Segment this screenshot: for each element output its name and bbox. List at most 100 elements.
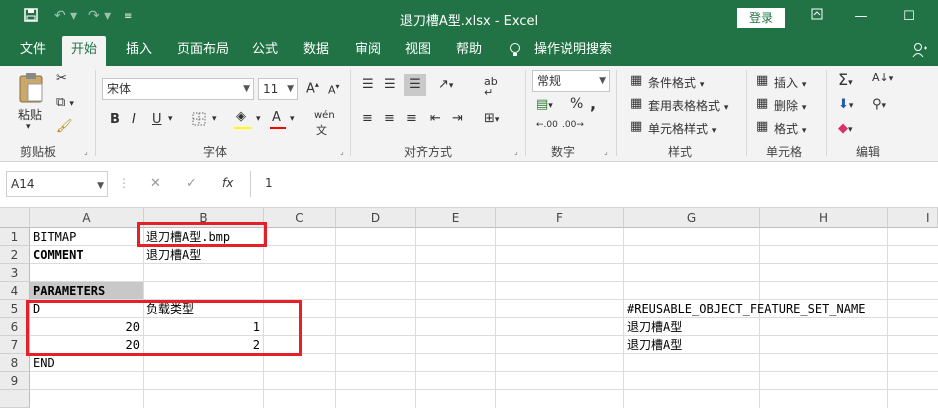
fill-color-icon[interactable]: ◈ (236, 110, 246, 123)
italic-button[interactable]: I (132, 112, 136, 127)
column-header-g[interactable]: G (624, 208, 760, 228)
minimize-icon[interactable]: — (846, 6, 876, 28)
align-left-icon[interactable]: ≡ (362, 112, 373, 125)
tab-view[interactable]: 视图 (405, 36, 431, 66)
underline-button[interactable]: U (152, 112, 162, 127)
phonetic-button[interactable]: wén (314, 110, 335, 121)
merge-center-icon[interactable]: ⊞▾ (484, 112, 499, 125)
cell-a8[interactable]: END (33, 354, 55, 372)
cell-a1[interactable]: BITMAP (33, 228, 76, 246)
share-icon[interactable] (912, 36, 928, 66)
shrink-font-button[interactable]: A▾ (328, 82, 340, 97)
cell-a4[interactable]: PARAMETERS (33, 282, 105, 300)
paste-icon[interactable] (18, 72, 44, 107)
borders-dropdown-icon[interactable]: ▾ (212, 114, 217, 124)
format-as-table-icon[interactable]: ▦ (630, 97, 642, 110)
fill-icon[interactable]: ⬇▾ (838, 98, 853, 111)
align-top-icon[interactable]: ☰ (362, 78, 374, 91)
delete-cells-button[interactable]: 删除 ▾ (774, 97, 806, 114)
format-as-table-button[interactable]: 套用表格格式 ▾ (648, 97, 728, 114)
align-right-icon[interactable]: ≡ (406, 112, 417, 125)
worksheet-grid[interactable]: A B C D E F G H I 1 2 3 4 5 6 7 8 9 BITM… (0, 208, 938, 408)
column-header-a[interactable]: A (30, 208, 144, 228)
fill-color-dropdown-icon[interactable]: ▾ (256, 114, 261, 124)
decrease-indent-icon[interactable]: ⇤ (430, 112, 441, 125)
clear-icon[interactable]: ◆▾ (838, 122, 853, 135)
bold-button[interactable]: B (110, 112, 120, 127)
borders-icon[interactable] (192, 112, 206, 129)
paste-dropdown-icon[interactable]: ▾ (26, 122, 31, 132)
insert-cells-icon[interactable]: ▦ (756, 74, 768, 87)
autosum-icon[interactable]: Σ▾ (838, 72, 853, 88)
tell-me-search[interactable]: 操作说明搜索 (534, 36, 612, 66)
find-select-icon[interactable]: ⚲▾ (872, 98, 886, 111)
tab-insert[interactable]: 插入 (126, 36, 152, 66)
tab-page-layout[interactable]: 页面布局 (177, 36, 229, 66)
number-launcher-icon[interactable]: ⌟ (604, 147, 608, 156)
ribbon-display-icon[interactable] (802, 6, 832, 28)
cell-styles-icon[interactable]: ▦ (630, 120, 642, 133)
column-header-d[interactable]: D (336, 208, 416, 228)
row-header-10[interactable] (0, 390, 30, 408)
maximize-icon[interactable]: ☐ (894, 6, 924, 28)
row-header-4[interactable]: 4 (0, 282, 30, 300)
paste-button[interactable]: 粘贴 (18, 106, 42, 123)
cell-g7[interactable]: 退刀槽A型 (627, 336, 682, 354)
percent-button[interactable]: % (570, 96, 583, 112)
name-box[interactable]: A14 ▼ (6, 171, 108, 197)
format-cells-icon[interactable]: ▦ (756, 120, 768, 133)
tab-help[interactable]: 帮助 (456, 36, 482, 66)
cell-b2[interactable]: 退刀槽A型 (146, 246, 201, 264)
font-size-combo[interactable]: 11 ▼ (258, 78, 298, 100)
font-name-combo[interactable]: 宋体 ▼ (102, 78, 254, 100)
cell-g5[interactable]: #REUSABLE_OBJECT_FEATURE_SET_NAME (627, 300, 865, 318)
select-all-corner[interactable] (0, 208, 30, 228)
format-cells-button[interactable]: 格式 ▾ (774, 120, 806, 137)
comma-button[interactable]: , (590, 94, 596, 113)
orientation-icon[interactable]: ↗▾ (438, 78, 453, 91)
insert-function-button[interactable]: fx (222, 176, 233, 190)
font-color-dropdown-icon[interactable]: ▾ (290, 114, 295, 124)
tab-formulas[interactable]: 公式 (252, 36, 278, 66)
align-bottom-icon[interactable]: ☰ (404, 74, 426, 96)
grow-font-button[interactable]: A▴ (306, 80, 319, 96)
increase-decimal-button[interactable]: ←.00 (536, 120, 558, 130)
format-painter-icon[interactable]: 🖌 (56, 120, 73, 133)
tab-data[interactable]: 数据 (303, 36, 329, 66)
alignment-launcher-icon[interactable]: ⌟ (514, 147, 518, 156)
column-header-i[interactable]: I (888, 208, 938, 228)
currency-icon[interactable]: ▤▾ (536, 98, 553, 111)
tab-file[interactable]: 文件 (20, 36, 46, 66)
cell-a2[interactable]: COMMENT (33, 246, 84, 264)
row-header-3[interactable]: 3 (0, 264, 30, 282)
delete-cells-icon[interactable]: ▦ (756, 97, 768, 110)
underline-dropdown-icon[interactable]: ▾ (168, 114, 173, 124)
cell-g6[interactable]: 退刀槽A型 (627, 318, 682, 336)
font-color-button[interactable]: A (272, 110, 281, 125)
align-middle-icon[interactable]: ☰ (384, 78, 396, 91)
font-launcher-icon[interactable]: ⌟ (340, 147, 344, 156)
row-header-8[interactable]: 8 (0, 354, 30, 372)
row-header-2[interactable]: 2 (0, 246, 30, 264)
cut-icon[interactable]: ✂ (56, 72, 67, 85)
sort-filter-icon[interactable]: A↓▾ (872, 72, 893, 84)
column-header-e[interactable]: E (416, 208, 496, 228)
row-header-1[interactable]: 1 (0, 228, 30, 246)
align-center-icon[interactable]: ≡ (384, 112, 395, 125)
formula-input[interactable]: 1 (250, 171, 938, 197)
enter-icon[interactable]: ✓ (186, 176, 197, 191)
increase-indent-icon[interactable]: ⇥ (452, 112, 463, 125)
login-button[interactable]: 登录 (737, 8, 785, 28)
copy-icon[interactable]: ⧉ ▾ (56, 96, 74, 109)
cell-styles-button[interactable]: 单元格样式 ▾ (648, 120, 716, 137)
cancel-icon[interactable]: ✕ (150, 176, 161, 191)
clipboard-launcher-icon[interactable]: ⌟ (84, 147, 88, 156)
tab-home[interactable]: 开始 (62, 36, 106, 66)
conditional-format-button[interactable]: 条件格式 ▾ (648, 74, 704, 91)
column-header-c[interactable]: C (264, 208, 336, 228)
row-header-9[interactable]: 9 (0, 372, 30, 390)
number-format-combo[interactable]: 常规 ▼ (532, 70, 610, 92)
lightbulb-icon[interactable] (509, 36, 521, 66)
column-header-f[interactable]: F (496, 208, 624, 228)
wrap-text-icon[interactable]: ab ↵ (484, 76, 498, 98)
